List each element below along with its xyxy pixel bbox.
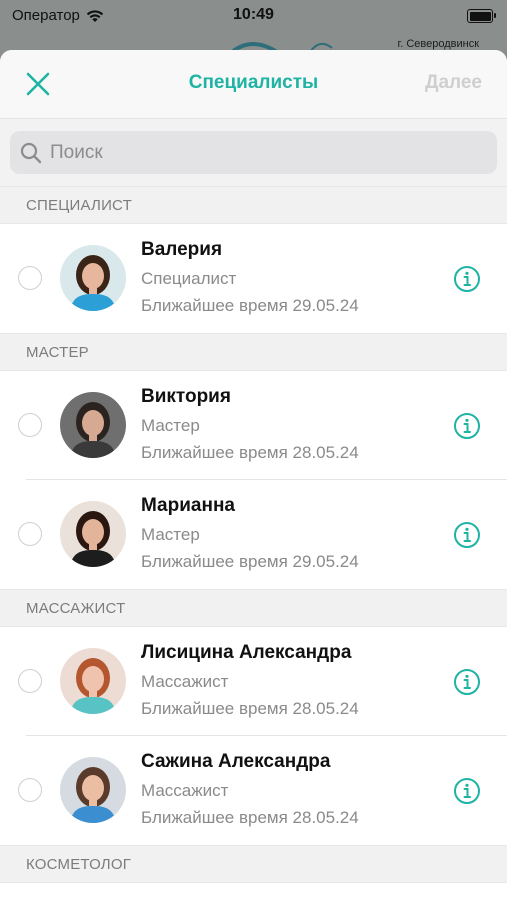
info-icon[interactable] — [453, 777, 481, 805]
info-icon[interactable] — [453, 412, 481, 440]
avatar — [60, 501, 126, 567]
select-radio[interactable] — [18, 778, 42, 802]
specialist-name: Лисицина Александра — [141, 642, 352, 663]
search-input[interactable] — [48, 140, 472, 165]
select-radio[interactable] — [18, 522, 42, 546]
section-header: КОСМЕТОЛОГ — [0, 845, 507, 883]
section-header: СПЕЦИАЛИСТ — [0, 186, 507, 224]
status-bar: Оператор 10:49 — [0, 0, 507, 34]
nearest-time: Ближайшее время 29.05.24 — [141, 552, 359, 571]
battery-icon — [467, 9, 496, 23]
background-city: г. Северодвинск — [397, 38, 479, 50]
avatar — [60, 245, 126, 311]
avatar — [60, 757, 126, 823]
navigation-bar: Специалисты Далее — [0, 50, 507, 118]
select-radio[interactable] — [18, 413, 42, 437]
section-header: МАССАЖИСТ — [0, 589, 507, 627]
avatar — [60, 648, 126, 714]
specialist-role: Специалист — [141, 269, 237, 288]
select-radio[interactable] — [18, 669, 42, 693]
select-radio[interactable] — [18, 266, 42, 290]
search-bar[interactable] — [10, 131, 497, 174]
info-icon[interactable] — [453, 668, 481, 696]
next-button[interactable]: Далее — [425, 72, 482, 94]
specialist-role: Массажист — [141, 781, 229, 800]
status-time: 10:49 — [233, 6, 274, 23]
specialist-name: Сажина Александра — [141, 751, 331, 772]
nearest-time: Ближайшее время 28.05.24 — [141, 808, 359, 827]
specialist-row[interactable]: Марианна Мастер Ближайшее время 29.05.24 — [0, 480, 507, 589]
info-icon[interactable] — [453, 265, 481, 293]
section-header: МАСТЕР — [0, 333, 507, 371]
specialist-row[interactable]: Валерия Специалист Ближайшее время 29.05.2… — [0, 224, 507, 333]
specialists-list: СПЕЦИАЛИСТ Валерия Специалист Ближайшее вре… — [0, 186, 507, 883]
specialist-name: Валерия — [141, 239, 223, 260]
specialist-role: Мастер — [141, 416, 200, 435]
nearest-time: Ближайшее время 29.05.24 — [141, 296, 359, 315]
specialists-sheet: Специалисты Далее СПЕЦИАЛИСТ Валерия Специ… — [0, 50, 507, 900]
search-container — [0, 118, 507, 186]
specialist-role: Массажист — [141, 672, 229, 691]
search-icon — [20, 142, 42, 163]
specialist-row[interactable]: Сажина Александра Массажист Ближайшее врем… — [0, 736, 507, 845]
specialist-row[interactable]: Лисицина Александра Массажист Ближайшее вр… — [0, 627, 507, 736]
specialist-row[interactable]: Виктория Мастер Ближайшее время 28.05.24 — [0, 371, 507, 480]
info-icon[interactable] — [453, 521, 481, 549]
nearest-time: Ближайшее время 28.05.24 — [141, 443, 359, 462]
nearest-time: Ближайшее время 28.05.24 — [141, 699, 359, 718]
specialist-role: Мастер — [141, 525, 200, 544]
specialist-name: Марианна — [141, 495, 235, 516]
specialist-name: Виктория — [141, 386, 231, 407]
avatar — [60, 392, 126, 458]
